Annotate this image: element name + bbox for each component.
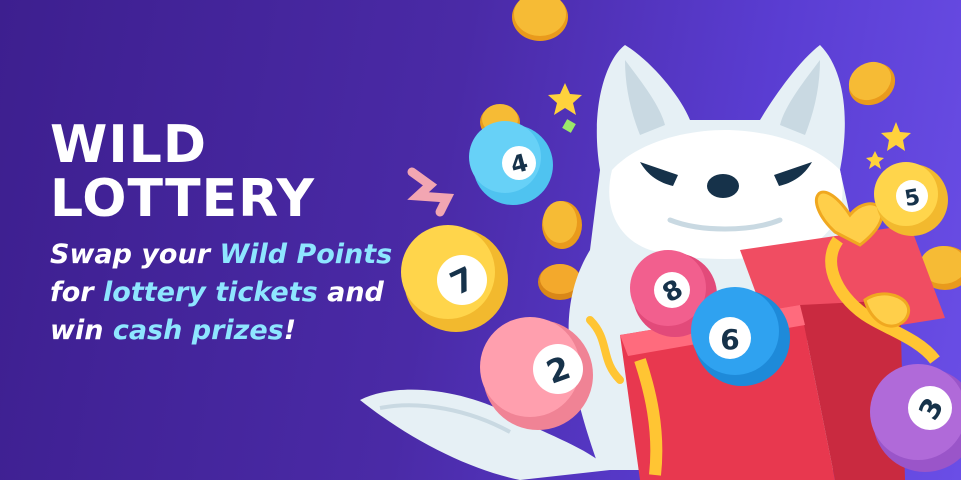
ball-number-6: 6: [720, 323, 739, 356]
star-icon: [881, 122, 911, 151]
lottery-ball-icon: 5: [874, 162, 948, 236]
title-line-2: LOTTERY: [50, 169, 315, 229]
promo-subtitle: Swap your Wild Points for lottery ticket…: [50, 236, 430, 350]
cash-prizes-highlight: cash prizes: [112, 315, 284, 346]
coin-icon: [542, 201, 582, 249]
confetti-piece: [562, 119, 576, 133]
star-icon: [866, 151, 884, 169]
page-title: WILD LOTTERY: [50, 118, 430, 226]
subtitle-text: !: [283, 315, 297, 346]
subtitle-text: Swap your: [50, 239, 220, 270]
promo-copy: WILD LOTTERY Swap your Wild Points for l…: [50, 118, 430, 350]
coin-icon: [512, 0, 568, 41]
coin-icon: [848, 61, 896, 106]
star-icon: [548, 83, 582, 115]
title-line-1: WILD: [50, 115, 208, 175]
lottery-ball-icon: 4: [469, 121, 553, 205]
wild-points-highlight: Wild Points: [219, 239, 393, 270]
subtitle-text: for: [50, 277, 104, 308]
wild-lottery-banner[interactable]: 4 7 2 8 6 5 3 WILD LOTTERY Swap your Wil…: [0, 0, 961, 480]
lottery-tickets-highlight: lottery tickets: [103, 277, 318, 308]
